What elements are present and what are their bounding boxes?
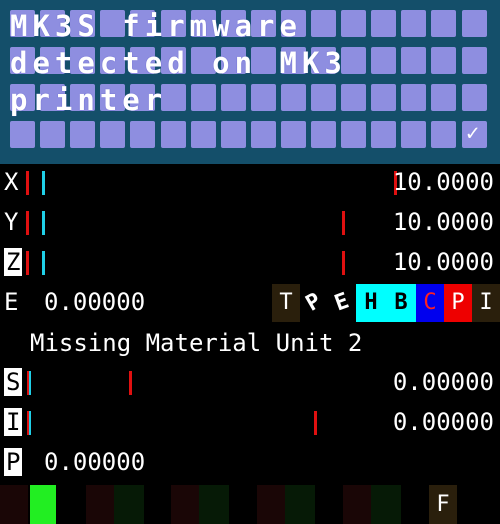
status-badge-p: P bbox=[444, 284, 472, 322]
slot-swatch-8 bbox=[343, 485, 371, 524]
slot-swatch-7 bbox=[285, 485, 315, 524]
lcd-char-cell bbox=[371, 10, 397, 37]
axis-y-label: Y bbox=[4, 208, 19, 236]
lcd-char-cell bbox=[401, 121, 427, 148]
axis-z-value: 10.0000 bbox=[392, 248, 494, 276]
axis-x-value: 10.0000 bbox=[392, 168, 494, 196]
axis-z-label: Z bbox=[4, 248, 23, 276]
axis-z-red-marker bbox=[26, 251, 29, 275]
p-row-value: 0.00000 bbox=[44, 448, 146, 476]
lcd-char-cell bbox=[311, 84, 336, 111]
lcd-char-cell bbox=[431, 47, 457, 74]
i-letter: I bbox=[4, 408, 23, 436]
slot-swatch-5 bbox=[199, 485, 229, 524]
lcd-char-cell bbox=[401, 10, 427, 37]
lcd-char-cell bbox=[280, 121, 306, 148]
axis-z-letter: Z bbox=[4, 248, 23, 276]
axis-y-cyan-marker bbox=[42, 211, 45, 235]
status-badge-h: H bbox=[356, 284, 386, 322]
lcd-char-cell bbox=[341, 10, 367, 37]
lcd-char-cell bbox=[10, 121, 35, 148]
lcd-char-cell bbox=[100, 121, 126, 148]
s-row-cyan-marker bbox=[29, 371, 31, 395]
lcd-char-cell bbox=[190, 84, 216, 111]
lcd-char-cell bbox=[401, 47, 427, 74]
lcd-char-cell bbox=[130, 121, 156, 148]
lcd-char-cell bbox=[341, 84, 367, 111]
axis-z-cyan-marker bbox=[42, 251, 45, 275]
lcd-char-cell bbox=[160, 121, 186, 148]
axis-z-position-marker bbox=[342, 251, 345, 275]
lcd-char-cell bbox=[220, 121, 246, 148]
s-row-value: 0.00000 bbox=[392, 368, 494, 396]
axis-y-red-marker bbox=[26, 211, 29, 235]
status-badge-i: I bbox=[472, 284, 500, 322]
status-message: Missing Material Unit 2 bbox=[30, 329, 363, 357]
lcd-char-cell bbox=[40, 121, 66, 148]
slot-swatch-3 bbox=[114, 485, 144, 524]
slot-swatch-1 bbox=[0, 485, 28, 524]
extruder-label: E bbox=[4, 288, 19, 316]
slot-swatch-2 bbox=[86, 485, 114, 524]
lcd-char-cell bbox=[250, 121, 276, 148]
axis-y-value: 10.0000 bbox=[392, 208, 494, 236]
p-row-label: P bbox=[4, 448, 23, 476]
i-row-label: I bbox=[4, 408, 23, 436]
s-letter: S bbox=[4, 368, 23, 396]
lcd-char-cell bbox=[431, 10, 457, 37]
slot-swatch-active bbox=[30, 485, 56, 524]
lcd-char-cell bbox=[461, 10, 487, 37]
s-row-label: S bbox=[4, 368, 23, 396]
axis-x-red-marker bbox=[26, 171, 29, 195]
i-row-cyan-marker bbox=[29, 411, 31, 435]
check-icon[interactable]: ✓ bbox=[466, 121, 479, 146]
slot-swatch-9 bbox=[371, 485, 401, 524]
lcd-char-cell bbox=[431, 121, 457, 148]
extruder-value: 0.00000 bbox=[44, 288, 146, 316]
lcd-char-cell bbox=[311, 10, 336, 37]
i-row-value: 0.00000 bbox=[392, 408, 494, 436]
lcd-line-3: printer bbox=[10, 83, 168, 117]
s-row-position-marker bbox=[129, 371, 132, 395]
axis-x-label: X bbox=[4, 168, 19, 196]
axis-y-position-marker bbox=[342, 211, 345, 235]
lcd-char-cell bbox=[70, 121, 96, 148]
slot-swatch-4 bbox=[171, 485, 199, 524]
lcd-char-cell bbox=[280, 84, 306, 111]
status-badge-t: T bbox=[272, 284, 300, 322]
lcd-char-cell bbox=[220, 84, 246, 111]
lcd-char-cell bbox=[431, 84, 457, 111]
lcd-char-cell bbox=[250, 84, 276, 111]
lcd-char-cell bbox=[461, 84, 487, 111]
lcd-char-cell bbox=[341, 121, 367, 148]
lcd-char-cell bbox=[371, 47, 397, 74]
lcd-line-1: MK3S firmware bbox=[10, 9, 302, 43]
lcd-char-cell bbox=[311, 121, 336, 148]
lcd-char-cell bbox=[461, 47, 487, 74]
lcd-char-cell bbox=[371, 121, 397, 148]
i-row-position-marker bbox=[314, 411, 317, 435]
axis-x-cyan-marker bbox=[42, 171, 45, 195]
status-badge-c: C bbox=[416, 284, 444, 322]
lcd-line-2: detected on MK3 bbox=[10, 46, 347, 80]
p-letter: P bbox=[4, 448, 23, 476]
lcd-char-cell bbox=[190, 121, 216, 148]
lcd-display: MK3S firmware detected on MK3 printer ✓ bbox=[0, 0, 500, 164]
status-badge-b: B bbox=[386, 284, 416, 322]
slot-swatch-6 bbox=[257, 485, 285, 524]
lcd-char-cell bbox=[401, 84, 427, 111]
f-indicator: F bbox=[429, 485, 457, 524]
lcd-char-cell bbox=[371, 84, 397, 111]
